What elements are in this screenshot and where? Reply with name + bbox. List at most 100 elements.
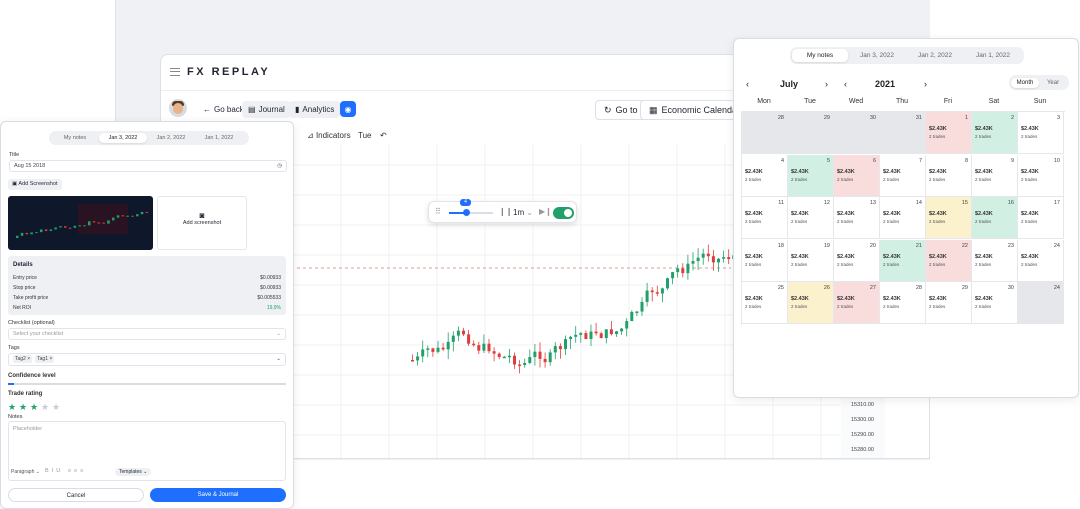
calendar-day-cell[interactable]: 13 $2.43K 2 trades <box>834 197 880 240</box>
candle-body <box>538 351 542 359</box>
rating-star[interactable]: ★ <box>30 402 38 413</box>
menu-icon[interactable] <box>170 68 180 76</box>
tab-jan-1[interactable]: Jan 1, 2022 <box>964 51 1022 61</box>
calendar-day-cell[interactable]: 9 $2.43K 2 trades <box>972 154 1018 197</box>
rating-star[interactable]: ★ <box>41 402 49 413</box>
calendar-day-cell[interactable]: 5 $2.43K 2 trades <box>788 154 834 197</box>
pause-icon[interactable]: ❙❙ <box>499 207 512 216</box>
calendar-day-cell[interactable]: 18 $2.43K 2 trades <box>742 239 788 282</box>
thumb-candle <box>140 211 144 215</box>
calendar-day-cell[interactable]: 15 $2.43K 2 trades <box>926 197 972 240</box>
calendar-day-cell[interactable]: 29 <box>788 112 834 154</box>
analytics-button[interactable]: ▮ Analytics <box>289 101 341 118</box>
calendar-day-cell[interactable]: 10 $2.43K 2 trades <box>1018 154 1064 197</box>
prev-year-icon[interactable]: ‹ <box>844 79 847 89</box>
journal-button[interactable]: ▤ Journal <box>242 101 291 118</box>
tab-jan-3[interactable]: Jan 3, 2022 <box>99 133 147 143</box>
calendar-day-cell[interactable]: 2 $2.43K 2 trades <box>972 112 1018 154</box>
day-number: 8 <box>964 157 968 164</box>
candle-body <box>451 335 455 342</box>
calendar-day-cell[interactable]: 4 $2.43K 2 trades <box>742 154 788 197</box>
candle-body <box>543 358 547 363</box>
prev-month-icon[interactable]: ‹ <box>746 79 749 89</box>
candle-body <box>456 330 460 336</box>
tag-chip[interactable]: Tag2 × <box>13 355 33 363</box>
cancel-button[interactable]: Cancel <box>8 488 144 502</box>
chevron-down-icon: ⌄ <box>526 208 534 217</box>
candle-body <box>574 334 578 337</box>
title-field[interactable]: Aug 15 2018 ◷ <box>9 160 287 172</box>
timeframe-select[interactable]: 1m ⌄ <box>513 208 533 217</box>
day-number: 29 <box>961 285 968 292</box>
calendar-day-cell[interactable]: 8 $2.43K 2 trades <box>926 154 972 197</box>
rating-star[interactable]: ★ <box>19 402 27 413</box>
format-toolbar-icon[interactable]: BIU ≡≡≡ <box>45 468 86 474</box>
tags-select[interactable]: Tag2 × Tag1 × ⌄ <box>8 353 286 366</box>
indicators-button[interactable]: ⊿ Indicators <box>307 131 351 140</box>
tab-jan-2[interactable]: Jan 2, 2022 <box>147 133 195 143</box>
checklist-select[interactable]: Select your checklist ⌄ <box>8 328 286 340</box>
screenshot-thumbnail[interactable] <box>8 196 153 250</box>
next-year-icon[interactable]: › <box>924 79 927 89</box>
calendar-day-cell[interactable]: 20 $2.43K 2 trades <box>834 239 880 282</box>
confidence-slider[interactable] <box>8 383 286 385</box>
paragraph-style-select[interactable]: Paragraph ⌄ <box>11 469 40 475</box>
go-to-button[interactable]: ↻ Go to <box>595 100 647 120</box>
candle-body <box>548 352 552 363</box>
tab-jan-1[interactable]: Jan 1, 2022 <box>195 133 243 143</box>
calendar-day-cell[interactable]: 28 <box>742 112 788 154</box>
replay-toggle[interactable] <box>553 207 574 219</box>
calendar-day-cell[interactable]: 23 $2.43K 2 trades <box>972 239 1018 282</box>
timeframe-label[interactable]: Tue <box>358 131 372 140</box>
avatar[interactable] <box>169 99 187 117</box>
notes-editor[interactable]: Placeholder Paragraph ⌄ BIU ≡≡≡ Template… <box>8 421 286 481</box>
add-screenshot-button[interactable]: ▣ Add Screenshot <box>8 179 62 190</box>
calendar-day-cell[interactable]: 7 $2.43K 2 trades <box>880 154 926 197</box>
calendar-day-cell[interactable]: 30 <box>834 112 880 154</box>
calendar-day-cell[interactable]: 25 $2.43K 2 trades <box>742 282 788 325</box>
calendar-day-cell[interactable]: 12 $2.43K 2 trades <box>788 197 834 240</box>
undo-icon[interactable]: ↶ <box>380 131 387 140</box>
candle-body <box>467 334 471 344</box>
calendar-day-cell[interactable]: 1 $2.43K 2 trades <box>926 112 972 154</box>
tag-chip[interactable]: Tag1 × <box>35 355 55 363</box>
calendar-day-cell[interactable]: 19 $2.43K 2 trades <box>788 239 834 282</box>
drag-handle-icon[interactable]: ⠿ <box>435 207 441 216</box>
tab-my-notes[interactable]: My notes <box>792 49 848 62</box>
day-pnl: $2.43K <box>929 168 947 175</box>
calendar-day-cell[interactable]: 11 $2.43K 2 trades <box>742 197 788 240</box>
calendar-day-cell[interactable]: 14 $2.43K 2 trades <box>880 197 926 240</box>
step-forward-icon[interactable]: ▶❙ <box>539 207 552 216</box>
calendar-day-cell[interactable]: 6 $2.43K 2 trades <box>834 154 880 197</box>
calendar-day-cell[interactable]: 29 $2.43K 2 trades <box>926 282 972 325</box>
calendar-day-cell[interactable]: 28 $2.43K 2 trades <box>880 282 926 325</box>
calendar-day-cell[interactable]: 31 <box>880 112 926 154</box>
calendar-day-cell[interactable]: 24 $2.43K 2 trades <box>1018 239 1064 282</box>
tab-jan-2[interactable]: Jan 2, 2022 <box>906 51 964 61</box>
day-number: 14 <box>915 200 922 207</box>
calendar-day-cell[interactable]: 24 <box>1018 282 1064 325</box>
templates-chip[interactable]: Templates ⌄ <box>115 468 152 476</box>
view-year[interactable]: Year <box>1039 78 1067 88</box>
calendar-day-cell[interactable]: 22 $2.43K 2 trades <box>926 239 972 282</box>
view-month[interactable]: Month <box>1011 77 1039 88</box>
calendar-day-cell[interactable]: 3 $2.43K 2 trades <box>1018 112 1064 154</box>
save-journal-button[interactable]: Save & Journal <box>150 488 286 502</box>
calendar-day-cell[interactable]: 21 $2.43K 2 trades <box>880 239 926 282</box>
calendar-day-cell[interactable]: 26 $2.43K 2 trades <box>788 282 834 325</box>
rating-star[interactable]: ★ <box>8 402 16 413</box>
tab-my-notes[interactable]: My notes <box>51 133 99 143</box>
calendar-day-cell[interactable]: 17 $2.43K 2 trades <box>1018 197 1064 240</box>
day-pnl: $2.43K <box>883 168 901 175</box>
add-screenshot-tile[interactable]: ◙ Add screenshot <box>157 196 247 250</box>
speed-slider-knob[interactable] <box>463 209 470 216</box>
tab-jan-3[interactable]: Jan 3, 2022 <box>848 51 906 61</box>
camera-button[interactable]: ◉ <box>340 101 356 117</box>
calendar-day-cell[interactable]: 30 $2.43K 2 trades <box>972 282 1018 325</box>
calendar-day-cell[interactable]: 16 $2.43K 2 trades <box>972 197 1018 240</box>
rating-star[interactable]: ★ <box>52 402 60 413</box>
day-trade-count: 2 trades <box>975 134 992 139</box>
calendar-day-cell[interactable]: 27 $2.43K 2 trades <box>834 282 880 325</box>
day-number: 9 <box>1010 157 1014 164</box>
next-month-icon[interactable]: › <box>825 79 828 89</box>
